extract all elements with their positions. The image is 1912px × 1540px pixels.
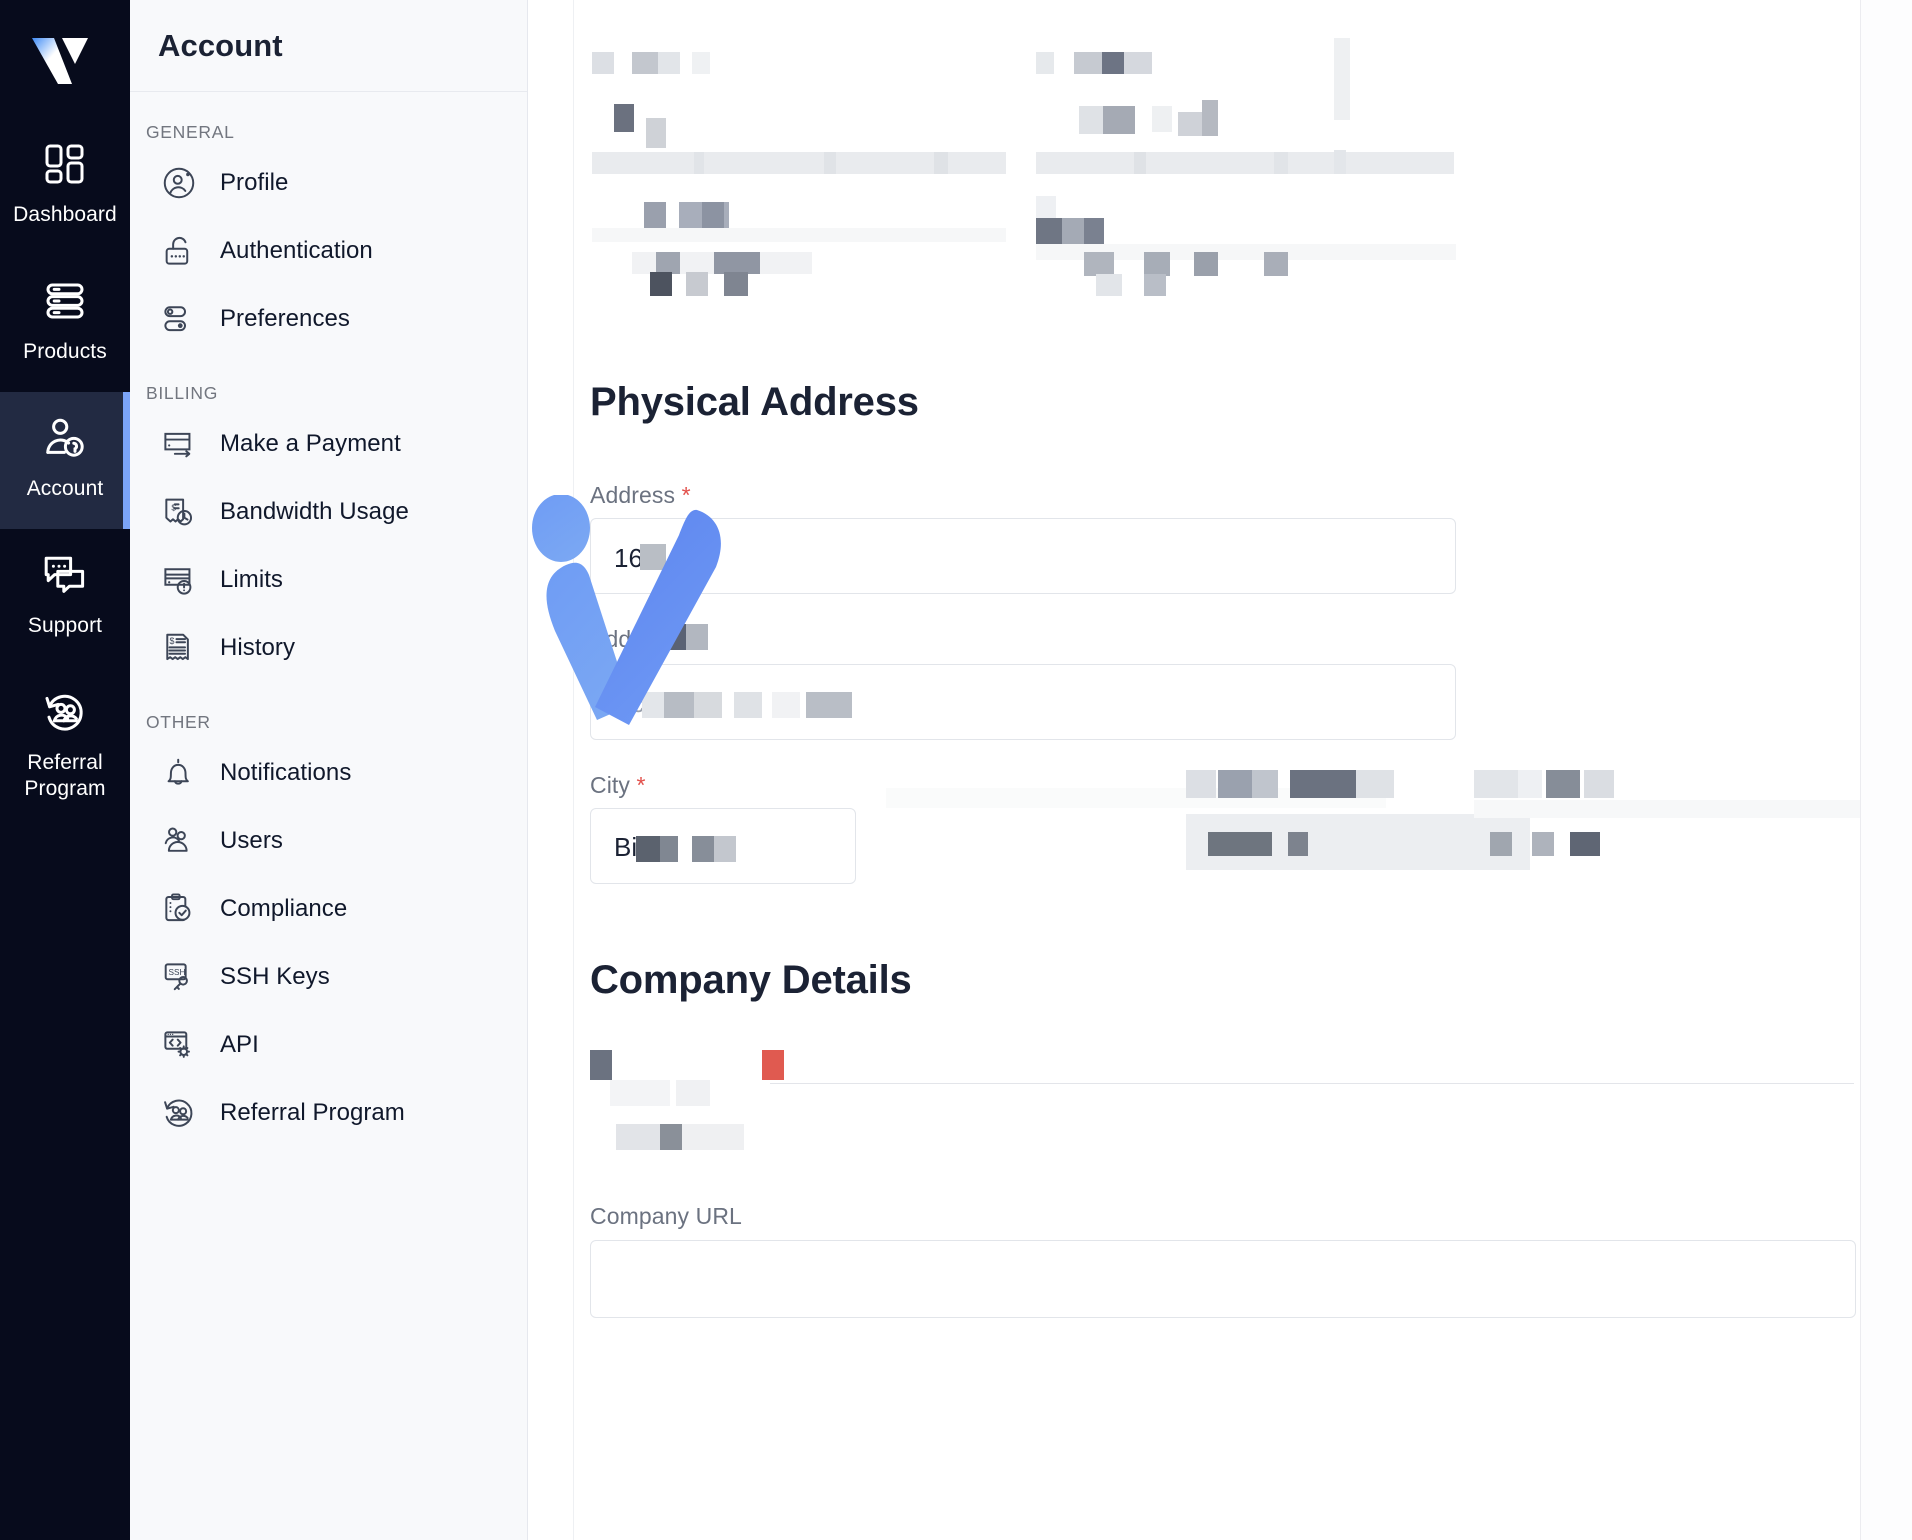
company-url-label: Company URL — [590, 1203, 742, 1229]
rail-item-dashboard[interactable]: Dashboard — [0, 118, 130, 255]
sidebar-item-referral-program[interactable]: Referral Program — [130, 1079, 527, 1147]
sidebar-item-label: Referral Program — [220, 1099, 405, 1126]
rail-item-label: Support — [27, 613, 103, 637]
rail-item-label: Referral Program — [24, 750, 106, 801]
rail-item-products[interactable]: Products — [0, 255, 130, 392]
main-content: Physical Address Address * 16 Addr Ac Ci… — [528, 0, 1912, 1540]
sidebar-item-label: SSH Keys — [220, 963, 330, 990]
redacted-address2-placeholder — [642, 688, 932, 722]
card-alert-icon — [160, 561, 198, 599]
required-asterisk: * — [630, 772, 646, 798]
sidebar-group-billing: Make a Payment $ Bandwidth Usage Limits … — [130, 410, 527, 682]
user-circle-icon — [160, 164, 198, 202]
sidebar-item-label: Authentication — [220, 237, 373, 264]
svg-text:SSH: SSH — [169, 968, 186, 977]
rail-item-label: Account — [26, 476, 104, 500]
sidebar-item-label: API — [220, 1031, 259, 1058]
app-root: Dashboard Products Account Support Refer… — [0, 0, 1912, 1540]
address2-input-placeholder: Ac — [614, 688, 645, 718]
city-input-value: Bi — [614, 832, 638, 862]
rail-item-referral-program[interactable]: Referral Program — [0, 666, 130, 830]
sidebar-item-label: Make a Payment — [220, 430, 401, 457]
svg-text:$: $ — [170, 636, 175, 646]
sidebar-item-compliance[interactable]: Compliance — [130, 875, 527, 943]
company-url-input[interactable] — [590, 1240, 1856, 1318]
sidebar-group-billing-label: BILLING — [146, 383, 219, 403]
receipt-icon: $ — [160, 629, 198, 667]
company-name-input[interactable] — [770, 1083, 1854, 1084]
sidebar-item-label: Limits — [220, 566, 283, 593]
bandwidth-gauge-icon: $ — [160, 493, 198, 531]
user-key-icon — [41, 414, 89, 462]
sidebar-item-label: Compliance — [220, 895, 348, 922]
credit-card-arrow-icon — [160, 425, 198, 463]
sidebar-item-users[interactable]: Users — [130, 807, 527, 875]
sidebar-item-label: Preferences — [220, 305, 350, 332]
address-label-text: Address — [590, 482, 676, 508]
sidebar-item-make-a-payment[interactable]: Make a Payment — [130, 410, 527, 478]
rail-item-account[interactable]: Account — [0, 391, 130, 529]
city-label: City * — [590, 772, 646, 799]
sidebar-item-label: History — [220, 634, 296, 661]
sidebar-item-api[interactable]: API — [130, 1011, 527, 1079]
servers-stack-icon — [41, 277, 89, 325]
active-indicator — [123, 391, 130, 529]
sidebar-item-history[interactable]: $ History — [130, 614, 527, 682]
sidebar-group-general: Profile Authentication Preferences — [130, 149, 527, 353]
rail-item-support[interactable]: Support — [0, 529, 130, 666]
redacted-upper-form — [574, 0, 1860, 350]
sidebar-item-notifications[interactable]: Notifications — [130, 739, 527, 807]
content-right-divider — [1860, 0, 1861, 1540]
dashboard-grid-icon — [41, 140, 89, 188]
referral-people-icon — [160, 1094, 198, 1132]
bell-icon — [160, 754, 198, 792]
redacted-city-value — [636, 830, 766, 864]
code-gear-icon — [160, 1026, 198, 1064]
svg-text:$: $ — [171, 503, 176, 513]
sidebar-item-label: Profile — [220, 169, 289, 196]
redacted-zip-field — [1474, 770, 1860, 890]
unlocked-padlock-icon — [160, 232, 198, 270]
vultr-logo[interactable] — [0, 0, 130, 118]
page-title: Account — [158, 27, 283, 63]
redacted-address-value — [640, 540, 760, 572]
chat-bubbles-icon — [41, 551, 89, 599]
sidebar-item-profile[interactable]: Profile — [130, 149, 527, 217]
right-pane-background — [1861, 0, 1912, 1540]
section-title-company-details: Company Details — [590, 958, 912, 1002]
redacted-address2-label — [652, 620, 762, 652]
ssh-key-icon: SSH — [160, 958, 198, 996]
rail-item-label: Dashboard — [13, 203, 117, 226]
sidebar-group-general-label: GENERAL — [146, 122, 235, 142]
sidebar-item-limits[interactable]: Limits — [130, 546, 527, 614]
address2-label: Addr — [590, 626, 639, 652]
account-form-panel: Physical Address Address * 16 Addr Ac Ci… — [532, 0, 1860, 1540]
redacted-company-name-label — [590, 1050, 850, 1150]
sidebar-group-other-label: OTHER — [146, 712, 211, 732]
sidebar-header: Account — [130, 0, 527, 92]
required-asterisk: * — [675, 482, 691, 508]
sidebar-group-other: Notifications Users Compliance SSH SSH K… — [130, 739, 527, 1147]
sidebar-item-ssh-keys[interactable]: SSH SSH Keys — [130, 943, 527, 1011]
users-group-icon — [160, 822, 198, 860]
rail-item-label: Products — [23, 339, 107, 363]
sidebar-item-label: Bandwidth Usage — [220, 498, 409, 525]
sidebar-item-authentication[interactable]: Authentication — [130, 217, 527, 285]
redacted-state-field — [874, 770, 1530, 890]
toggles-icon — [160, 300, 198, 338]
address-input-value: 16 — [614, 543, 643, 573]
referral-people-icon — [41, 688, 89, 736]
clipboard-check-icon — [160, 890, 198, 928]
section-title-physical-address: Physical Address — [590, 380, 919, 424]
account-sidebar: Account GENERAL Profile Authentication P… — [130, 0, 528, 1540]
sidebar-item-bandwidth-usage[interactable]: $ Bandwidth Usage — [130, 478, 527, 546]
address-label: Address * — [590, 482, 691, 509]
primary-nav-rail: Dashboard Products Account Support Refer… — [0, 0, 130, 1540]
city-label-text: City — [590, 772, 631, 798]
sidebar-item-label: Users — [220, 827, 283, 854]
sidebar-item-preferences[interactable]: Preferences — [130, 285, 527, 353]
sidebar-item-label: Notifications — [220, 759, 352, 786]
